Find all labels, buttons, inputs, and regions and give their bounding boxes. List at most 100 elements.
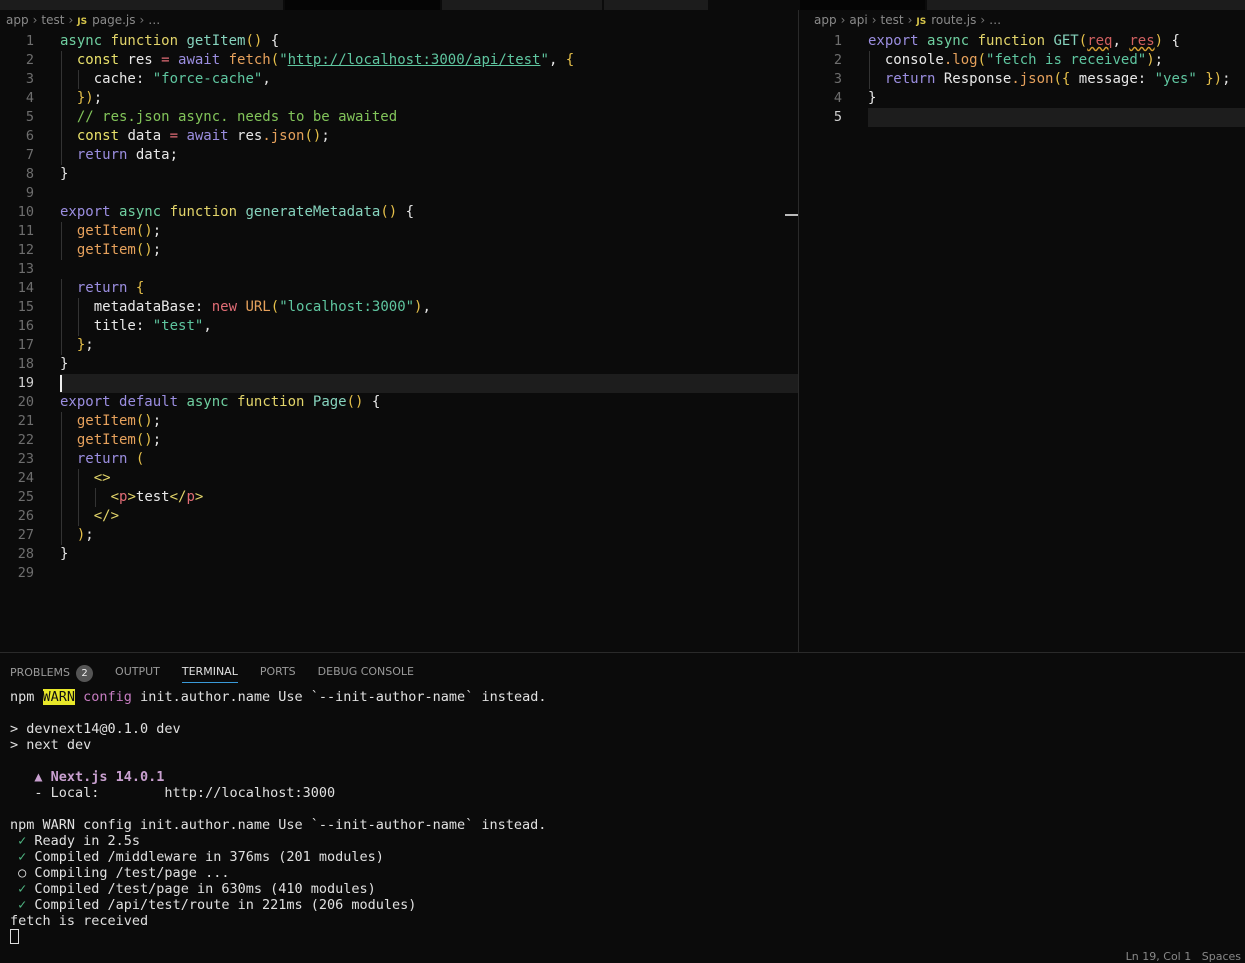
line-number: 18: [17, 356, 34, 372]
code-line[interactable]: async function getItem() {: [60, 32, 279, 51]
breadcrumb-item[interactable]: page.js: [92, 13, 135, 27]
breadcrumb-item[interactable]: app: [6, 13, 29, 27]
code-line[interactable]: export async function generateMetadata()…: [60, 203, 414, 222]
text-cursor: [60, 375, 62, 392]
breadcrumb-item[interactable]: route.js: [931, 13, 976, 27]
editor-tab[interactable]: [0, 0, 283, 10]
code-line[interactable]: <>: [94, 469, 111, 488]
code-line[interactable]: <p>test</p>: [111, 488, 204, 507]
tab-terminal[interactable]: TERMINAL: [181, 665, 238, 683]
breadcrumb-item[interactable]: api: [849, 13, 867, 27]
terminal-text: ✓: [10, 833, 27, 849]
code-token: {: [371, 394, 381, 410]
code-line[interactable]: const data = await res.json();: [77, 127, 330, 146]
code-line[interactable]: getItem();: [77, 412, 161, 431]
code-token: }): [76, 90, 94, 106]
code-line[interactable]: const res = await fetch("http://localhos…: [77, 51, 574, 70]
code-line[interactable]: console.log("fetch is received");: [885, 51, 1163, 70]
breadcrumb-item[interactable]: test: [41, 13, 64, 27]
code-line[interactable]: </>: [94, 507, 119, 526]
terminal-line: ✓ Compiled /middleware in 376ms (201 mod…: [10, 849, 546, 865]
breadcrumb-item[interactable]: …: [148, 13, 160, 27]
code-line[interactable]: }: [60, 165, 68, 184]
code-line[interactable]: getItem();: [77, 222, 161, 241]
code-line[interactable]: }: [60, 545, 68, 564]
line-number: 1: [833, 33, 842, 49]
code-line[interactable]: // res.json async. needs to be awaited: [77, 108, 397, 127]
code-token: (): [135, 413, 153, 429]
editor-tab[interactable]: [442, 0, 602, 10]
code-line[interactable]: return (: [77, 450, 144, 469]
indent-guide: [61, 412, 62, 431]
code-token: >: [194, 489, 204, 505]
line-number: 16: [17, 318, 34, 334]
code-line[interactable]: }: [60, 355, 68, 374]
tab-debug-console[interactable]: DEBUG CONSOLE: [318, 665, 414, 683]
code-token: (: [1078, 33, 1088, 49]
breadcrumb-item[interactable]: app: [814, 13, 837, 27]
code-line[interactable]: metadataBase: new URL("localhost:3000"),: [94, 298, 431, 317]
left-code-editor[interactable]: 1 async function getItem() {2 const res = …: [0, 32, 798, 652]
code-line[interactable]: };: [77, 336, 94, 355]
code-line[interactable]: getItem();: [77, 431, 161, 450]
indent-guide: [61, 507, 62, 526]
code-line[interactable]: return {: [77, 279, 144, 298]
terminal-output[interactable]: npm WARN config init.author.name Use `--…: [10, 689, 546, 945]
line-number: 2: [25, 52, 34, 68]
code-token: <>: [93, 470, 111, 486]
terminal-text: config: [83, 689, 132, 705]
line-number: 13: [17, 261, 34, 277]
code-line[interactable]: );: [77, 526, 94, 545]
indent-guide: [77, 469, 79, 488]
indent-guide: [869, 51, 870, 70]
breadcrumb-item[interactable]: …: [989, 13, 1001, 27]
code-line[interactable]: title: "test",: [94, 317, 212, 336]
code-token: ;: [152, 432, 162, 448]
line-number: 26: [17, 508, 34, 524]
code-token: getItem: [76, 413, 136, 429]
code-line[interactable]: }: [868, 89, 876, 108]
line-number: 4: [833, 90, 842, 106]
terminal-text: - Local: http://localhost:3000: [10, 785, 336, 801]
code-line[interactable]: cache: "force-cache",: [94, 70, 271, 89]
code-line[interactable]: return data;: [77, 146, 178, 165]
code-token: async: [186, 394, 238, 410]
code-token: test: [135, 489, 170, 505]
scrollbar-marker[interactable]: [785, 214, 798, 216]
code-token: req: [1087, 33, 1113, 49]
line-number: 19: [17, 375, 34, 391]
code-line[interactable]: return Response.json({ message: "yes" })…: [885, 70, 1231, 89]
terminal-text: Compiled /test/page in 630ms (410 module…: [26, 881, 376, 897]
indent-guide: [869, 70, 870, 89]
editor-tab[interactable]: [800, 0, 925, 10]
terminal-prompt[interactable]: [10, 929, 546, 945]
tab-output[interactable]: OUTPUT: [115, 665, 160, 683]
code-token: getItem: [76, 223, 136, 239]
terminal-line: npm WARN config init.author.name Use `--…: [10, 817, 546, 833]
editor-tab[interactable]: [927, 0, 1245, 10]
code-line[interactable]: export default async function Page() {: [60, 393, 380, 412]
line-number: 3: [25, 71, 34, 87]
right-code-editor[interactable]: 1 export async function GET(req, res) {2 c…: [800, 32, 1245, 652]
code-line[interactable]: export async function GET(req, res) {: [868, 32, 1180, 51]
tab-problems[interactable]: PROBLEMS 2: [10, 665, 94, 683]
code-line[interactable]: });: [77, 89, 102, 108]
tab-ports[interactable]: PORTS: [260, 665, 296, 683]
editor-tab[interactable]: [604, 0, 708, 10]
editor-tab[interactable]: [285, 0, 440, 10]
editor-tab-strip: [0, 0, 1245, 10]
line-number: 24: [17, 470, 34, 486]
code-token: ;: [152, 242, 162, 258]
code-token: function: [977, 33, 1054, 49]
editor-split-divider[interactable]: [798, 10, 799, 652]
code-token: res: [1129, 33, 1155, 49]
line-number: 5: [833, 109, 842, 125]
code-token: }: [60, 546, 69, 562]
breadcrumb-item[interactable]: test: [881, 13, 904, 27]
indent-guide: [61, 431, 62, 450]
code-line[interactable]: getItem();: [77, 241, 161, 260]
code-token: res: [237, 128, 263, 144]
terminal-line: npm WARN config init.author.name Use `--…: [10, 689, 546, 705]
